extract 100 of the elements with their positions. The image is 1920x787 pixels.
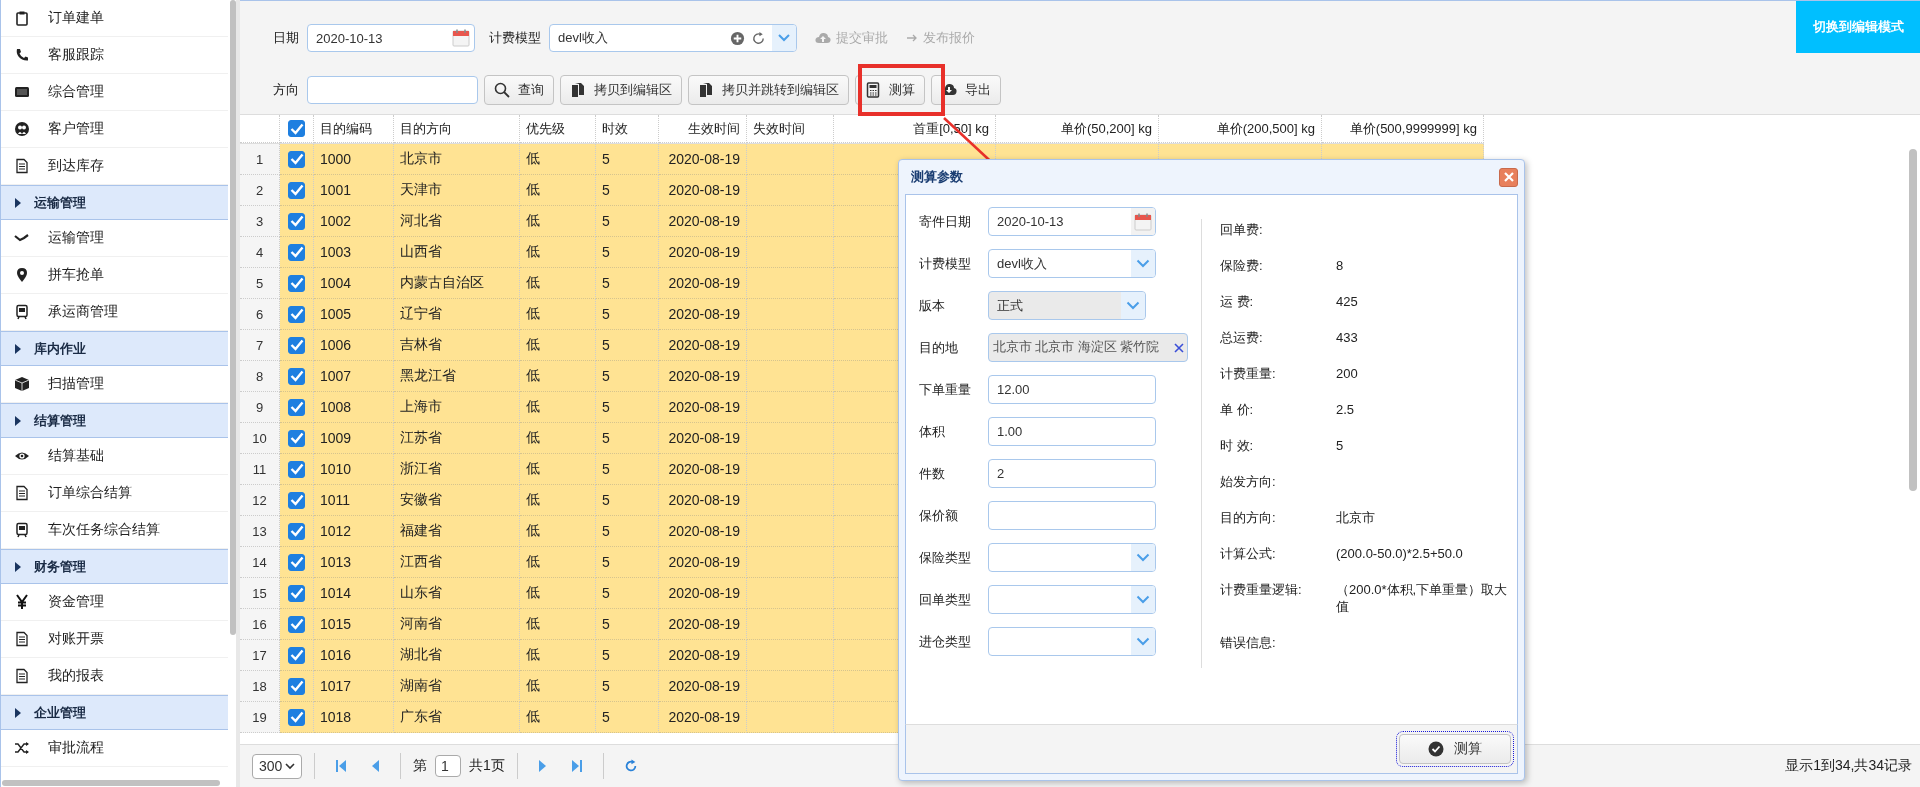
select-field[interactable] [988, 543, 1156, 572]
row-number: 17 [240, 640, 280, 671]
section-title: 运输管理 [34, 193, 86, 212]
checkbox[interactable] [288, 212, 305, 230]
column-header[interactable]: 失效时间 [747, 115, 834, 143]
checkbox[interactable] [288, 615, 305, 633]
skip-end-icon [570, 759, 583, 773]
checkbox[interactable] [288, 150, 305, 168]
table-cell: 1005 [314, 299, 394, 330]
toolbar-button[interactable]: 拷贝到编辑区 [560, 75, 682, 105]
table-cell: 5 [596, 206, 659, 237]
checkbox[interactable] [288, 708, 305, 726]
text-field[interactable]: 12.00 [988, 375, 1156, 404]
checkbox[interactable] [288, 460, 305, 478]
checkbox[interactable] [288, 491, 305, 509]
column-header[interactable]: 目的编码 [314, 115, 394, 143]
checkbox[interactable] [288, 398, 305, 416]
toolbar-button[interactable]: 导出 [931, 75, 1001, 105]
menu-section-header[interactable]: 运输管理 [1, 185, 229, 220]
select-field[interactable]: devl收入 [988, 249, 1156, 278]
menu-item[interactable]: 综合管理 [1, 74, 229, 111]
checkbox[interactable] [288, 584, 305, 602]
field-label: 寄件日期 [919, 212, 972, 231]
checkbox[interactable] [288, 367, 305, 385]
table-cell: 1014 [314, 578, 394, 609]
row-number: 5 [240, 268, 280, 299]
menu-item[interactable]: 运输管理 [1, 220, 229, 257]
scrollbar-thumb[interactable] [230, 0, 236, 635]
checkbox[interactable] [288, 274, 305, 292]
table-cell: 1004 [314, 268, 394, 299]
table-cell: 1015 [314, 609, 394, 640]
menu-section-header[interactable]: 企业管理 [1, 695, 229, 730]
calendar-icon [452, 29, 470, 47]
checkbox[interactable] [288, 553, 305, 571]
text-field[interactable]: 2 [988, 459, 1156, 488]
chevron-down-icon [1136, 259, 1150, 268]
column-header[interactable]: 单价(200,500] kg [1159, 115, 1322, 143]
shuffle-icon [14, 740, 30, 756]
date-field[interactable]: 2020-10-13 [307, 24, 475, 52]
checkbox[interactable] [288, 120, 305, 137]
checkbox[interactable] [288, 646, 305, 664]
checkbox[interactable] [288, 429, 305, 447]
checkbox[interactable] [288, 243, 305, 261]
page-number-input[interactable]: 1 [435, 755, 461, 777]
text-field[interactable]: 1.00 [988, 417, 1156, 446]
select-field[interactable] [988, 585, 1156, 614]
table-cell: 5 [596, 423, 659, 454]
column-header[interactable]: 单价(50,200] kg [996, 115, 1159, 143]
menu-item[interactable]: 订单综合结算 [1, 475, 229, 512]
model-select[interactable]: devl收入 [549, 24, 797, 52]
table-cell: 低 [520, 268, 596, 299]
menu-label: 客户管理 [48, 120, 104, 138]
menu-item[interactable]: 资金管理 [1, 584, 229, 621]
document-icon [14, 485, 30, 501]
menu-item[interactable]: 客服跟踪 [1, 37, 229, 74]
menu-item[interactable]: 拼车抢单 [1, 257, 229, 294]
destination-field[interactable]: 北京市 北京市 海淀区 紫竹院 [988, 333, 1188, 362]
menu-section-header[interactable]: 财务管理 [1, 549, 229, 584]
cube-icon [14, 376, 30, 392]
table-cell: 1012 [314, 516, 394, 547]
row-number: 6 [240, 299, 280, 330]
calculate-button[interactable]: 测算 [1399, 734, 1511, 764]
toolbar-button[interactable]: 拷贝并跳转到编辑区 [688, 75, 849, 105]
add-icon [730, 30, 745, 46]
column-header[interactable]: 生效时间 [659, 115, 747, 143]
checkbox[interactable] [288, 305, 305, 323]
skip-start-icon [335, 759, 347, 773]
menu-item[interactable]: 结算基础 [1, 438, 229, 475]
menu-section-header[interactable]: 库内作业 [1, 331, 229, 366]
page-size-select[interactable]: 300 [252, 753, 302, 779]
menu-item[interactable]: 订单建单 [1, 0, 229, 37]
direction-input[interactable] [307, 76, 478, 104]
column-header[interactable]: 时效 [596, 115, 659, 143]
toolbar-button[interactable]: 查询 [484, 75, 554, 105]
column-header[interactable]: 优先级 [520, 115, 596, 143]
date-field[interactable]: 2020-10-13 [988, 207, 1156, 236]
column-header[interactable]: 单价(500,9999999] kg [1322, 115, 1484, 143]
select-field[interactable] [988, 627, 1156, 656]
checkbox[interactable] [288, 336, 305, 354]
table-cell: 江西省 [394, 547, 520, 578]
dropdown-button[interactable] [772, 25, 796, 51]
copy-icon [698, 82, 714, 98]
field-label: 回单类型 [919, 590, 972, 609]
table-cell: 5 [596, 671, 659, 702]
menu-item[interactable]: 客户管理 [1, 111, 229, 148]
caret-icon [14, 560, 22, 573]
text-field[interactable] [988, 501, 1156, 530]
toolbar-button[interactable]: 测算 [855, 75, 925, 105]
column-header[interactable]: 目的方向 [394, 115, 520, 143]
close-button[interactable] [1499, 167, 1518, 187]
checkbox[interactable] [288, 677, 305, 695]
checkbox[interactable] [288, 522, 305, 540]
menu-item[interactable]: 对账开票 [1, 621, 229, 658]
scrollbar-thumb[interactable] [1909, 149, 1917, 491]
result-label: 单 价: [1220, 401, 1255, 418]
menu-section-header[interactable]: 结算管理 [1, 403, 229, 438]
table-cell: 低 [520, 609, 596, 640]
checkbox[interactable] [288, 181, 305, 199]
menu-item[interactable]: 审批流程 [1, 730, 229, 767]
horizontal-scrollbar[interactable] [2, 780, 220, 786]
